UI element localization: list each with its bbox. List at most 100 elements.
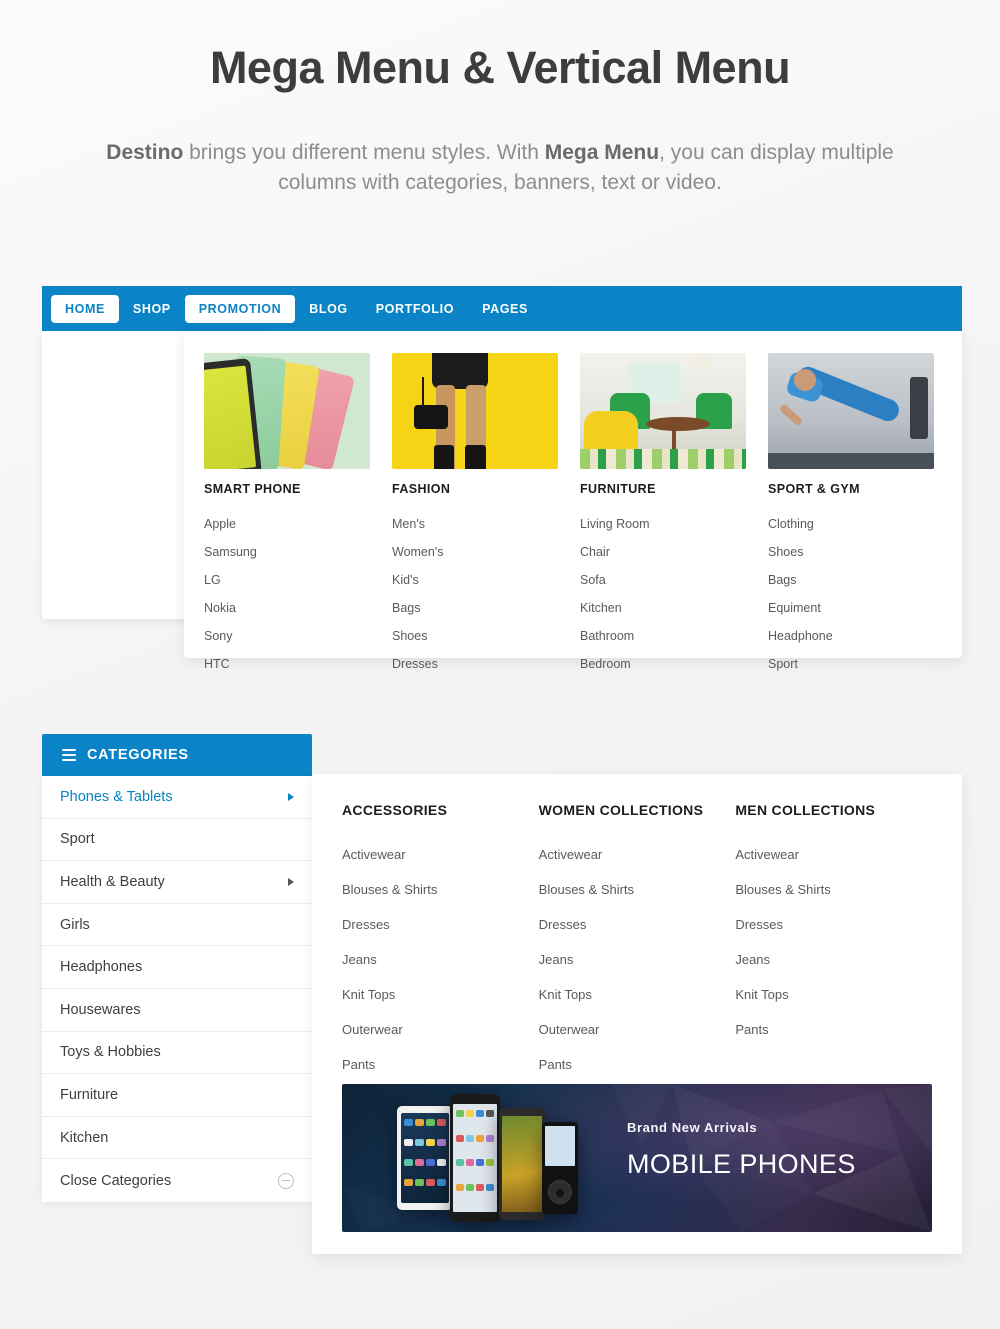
categories-header[interactable]: CATEGORIES	[42, 734, 312, 776]
mega-link[interactable]: LG	[204, 566, 370, 594]
vertical-link[interactable]: Pants	[539, 1047, 736, 1082]
vertical-link[interactable]: Pants	[342, 1047, 539, 1082]
mega-link[interactable]: Bathroom	[580, 622, 746, 650]
category-item-health-beauty[interactable]: Health & Beauty	[42, 861, 312, 904]
vertical-link[interactable]: Activewear	[539, 837, 736, 872]
mega-link[interactable]: Sofa	[580, 566, 746, 594]
vertical-column-1: ACCESSORIES Activewear Blouses & Shirts Dre…	[342, 802, 539, 1082]
mega-menu-dropdown: SMART PHONE Apple Samsung LG Nokia Sony HTC FAS…	[184, 331, 962, 671]
category-item-housewares[interactable]: Housewares	[42, 989, 312, 1032]
mega-link[interactable]: Dresses	[392, 650, 558, 678]
mega-menu-demo: HOME SHOP PROMOTION BLOG PORTFOLIO PAGES SMAR…	[42, 286, 962, 686]
category-item-label: Phones & Tablets	[60, 788, 173, 805]
vertical-link[interactable]: Jeans	[539, 942, 736, 977]
android-phone-device-image	[499, 1108, 545, 1220]
category-item-headphones[interactable]: Headphones	[42, 946, 312, 989]
nav-item-pages[interactable]: PAGES	[468, 295, 542, 323]
mega-link[interactable]: Bedroom	[580, 650, 746, 678]
vertical-link[interactable]: Jeans	[735, 942, 932, 977]
mega-link[interactable]: Shoes	[768, 538, 934, 566]
promo-banner[interactable]: Brand New Arrivals MOBILE PHONES	[342, 1084, 932, 1232]
mega-column-1: SMART PHONE Apple Samsung LG Nokia Sony HTC	[204, 353, 370, 671]
mega-column-2: FASHION Men's Women's Kid's Bags Shoes Dresses	[392, 353, 558, 671]
nav-item-blog[interactable]: BLOG	[295, 295, 362, 323]
vertical-link[interactable]: Pants	[735, 1012, 932, 1047]
nav-item-portfolio[interactable]: PORTFOLIO	[362, 295, 468, 323]
chevron-right-icon	[288, 877, 294, 886]
page-root: Mega Menu & Vertical Menu Destino brings…	[0, 0, 1000, 1329]
mega-link[interactable]: Headphone	[768, 622, 934, 650]
vertical-link[interactable]: Jeans	[342, 942, 539, 977]
mega-link[interactable]: Apple	[204, 510, 370, 538]
vertical-link[interactable]: Dresses	[342, 907, 539, 942]
mega-link[interactable]: Sport	[768, 650, 934, 678]
mega-link[interactable]: HTC	[204, 650, 370, 678]
vertical-link[interactable]: Knit Tops	[342, 977, 539, 1012]
vertical-link[interactable]: Outerwear	[539, 1012, 736, 1047]
category-item-toys-hobbies[interactable]: Toys & Hobbies	[42, 1032, 312, 1075]
category-item-kitchen[interactable]: Kitchen	[42, 1117, 312, 1160]
vertical-link[interactable]: Blouses & Shirts	[342, 872, 539, 907]
mega-link[interactable]: Bags	[392, 594, 558, 622]
mega-link[interactable]: Men's	[392, 510, 558, 538]
furniture-photo[interactable]	[580, 353, 746, 469]
category-item-label: Furniture	[60, 1086, 119, 1103]
vertical-link[interactable]: Dresses	[735, 907, 932, 942]
category-item-close-categories[interactable]: Close Categories	[42, 1159, 312, 1202]
smartphones-photo[interactable]	[204, 353, 370, 469]
mega-column-title: SPORT & GYM	[768, 482, 860, 496]
mega-link[interactable]: Chair	[580, 538, 746, 566]
subtitle-brand: Destino	[106, 141, 184, 164]
nav-item-promotion[interactable]: PROMOTION	[184, 294, 296, 323]
mega-link[interactable]: Women's	[392, 538, 558, 566]
vertical-column-2: WOMEN COLLECTIONS Activewear Blouses & Shi…	[539, 802, 736, 1082]
mega-link[interactable]: Samsung	[204, 538, 370, 566]
hamburger-icon	[62, 746, 76, 764]
category-item-label: Close Categories	[60, 1172, 172, 1189]
category-item-label: Toys & Hobbies	[60, 1044, 161, 1061]
subtitle-bold: Mega Menu	[544, 141, 660, 164]
vertical-link[interactable]: Activewear	[342, 837, 539, 872]
minus-circle-icon[interactable]	[278, 1172, 294, 1189]
page-title: Mega Menu & Vertical Menu	[209, 42, 791, 93]
mega-link[interactable]: Equiment	[768, 594, 934, 622]
main-navbar: HOME SHOP PROMOTION BLOG PORTFOLIO PAGES	[42, 286, 962, 331]
vertical-link[interactable]: Blouses & Shirts	[539, 872, 736, 907]
mega-link[interactable]: Nokia	[204, 594, 370, 622]
mega-link[interactable]: Living Room	[580, 510, 746, 538]
mega-link[interactable]: Sony	[204, 622, 370, 650]
vertical-link[interactable]: Activewear	[735, 837, 932, 872]
tablet-device-image	[397, 1106, 453, 1210]
category-item-label: Health & Beauty	[60, 873, 165, 890]
category-item-sport[interactable]: Sport	[42, 819, 312, 862]
vertical-link[interactable]: Dresses	[539, 907, 736, 942]
category-item-phones-tablets[interactable]: Phones & Tablets	[42, 776, 312, 819]
mega-link[interactable]: Bags	[768, 566, 934, 594]
vertical-link[interactable]: Knit Tops	[735, 977, 932, 1012]
mega-link[interactable]: Shoes	[392, 622, 558, 650]
media-player-device-image	[542, 1122, 578, 1214]
smartphone-device-image	[450, 1094, 500, 1222]
mega-link[interactable]: Kid's	[392, 566, 558, 594]
nav-item-shop[interactable]: SHOP	[119, 295, 185, 323]
subtitle-mid: brings you different menu styles. With	[183, 141, 545, 164]
banner-kicker: Brand New Arrivals	[627, 1120, 758, 1135]
vertical-menu-demo: CATEGORIES Phones & Tablets Sport Health &…	[42, 734, 962, 1254]
category-item-furniture[interactable]: Furniture	[42, 1074, 312, 1117]
fashion-photo[interactable]	[392, 353, 558, 469]
sport-gym-photo[interactable]	[768, 353, 934, 469]
vertical-link[interactable]: Outerwear	[342, 1012, 539, 1047]
category-item-label: Sport	[60, 831, 95, 848]
mega-link[interactable]: Kitchen	[580, 594, 746, 622]
vertical-column-3: MEN COLLECTIONS Activewear Blouses & Shirt…	[735, 802, 932, 1082]
banner-title: MOBILE PHONES	[627, 1149, 856, 1179]
vertical-link[interactable]: Blouses & Shirts	[735, 872, 932, 907]
banner-text-block: Brand New Arrivals MOBILE PHONES	[627, 1120, 856, 1180]
vertical-link[interactable]: Knit Tops	[539, 977, 736, 1012]
vertical-menu-columns: ACCESSORIES Activewear Blouses & Shirts Dre…	[342, 802, 932, 1082]
category-item-girls[interactable]: Girls	[42, 904, 312, 947]
nav-item-home[interactable]: HOME	[51, 294, 119, 323]
mega-link[interactable]: Clothing	[768, 510, 934, 538]
category-item-label: Kitchen	[60, 1129, 109, 1146]
categories-list: Phones & Tablets Sport Health & Beauty Girl…	[42, 776, 312, 1202]
